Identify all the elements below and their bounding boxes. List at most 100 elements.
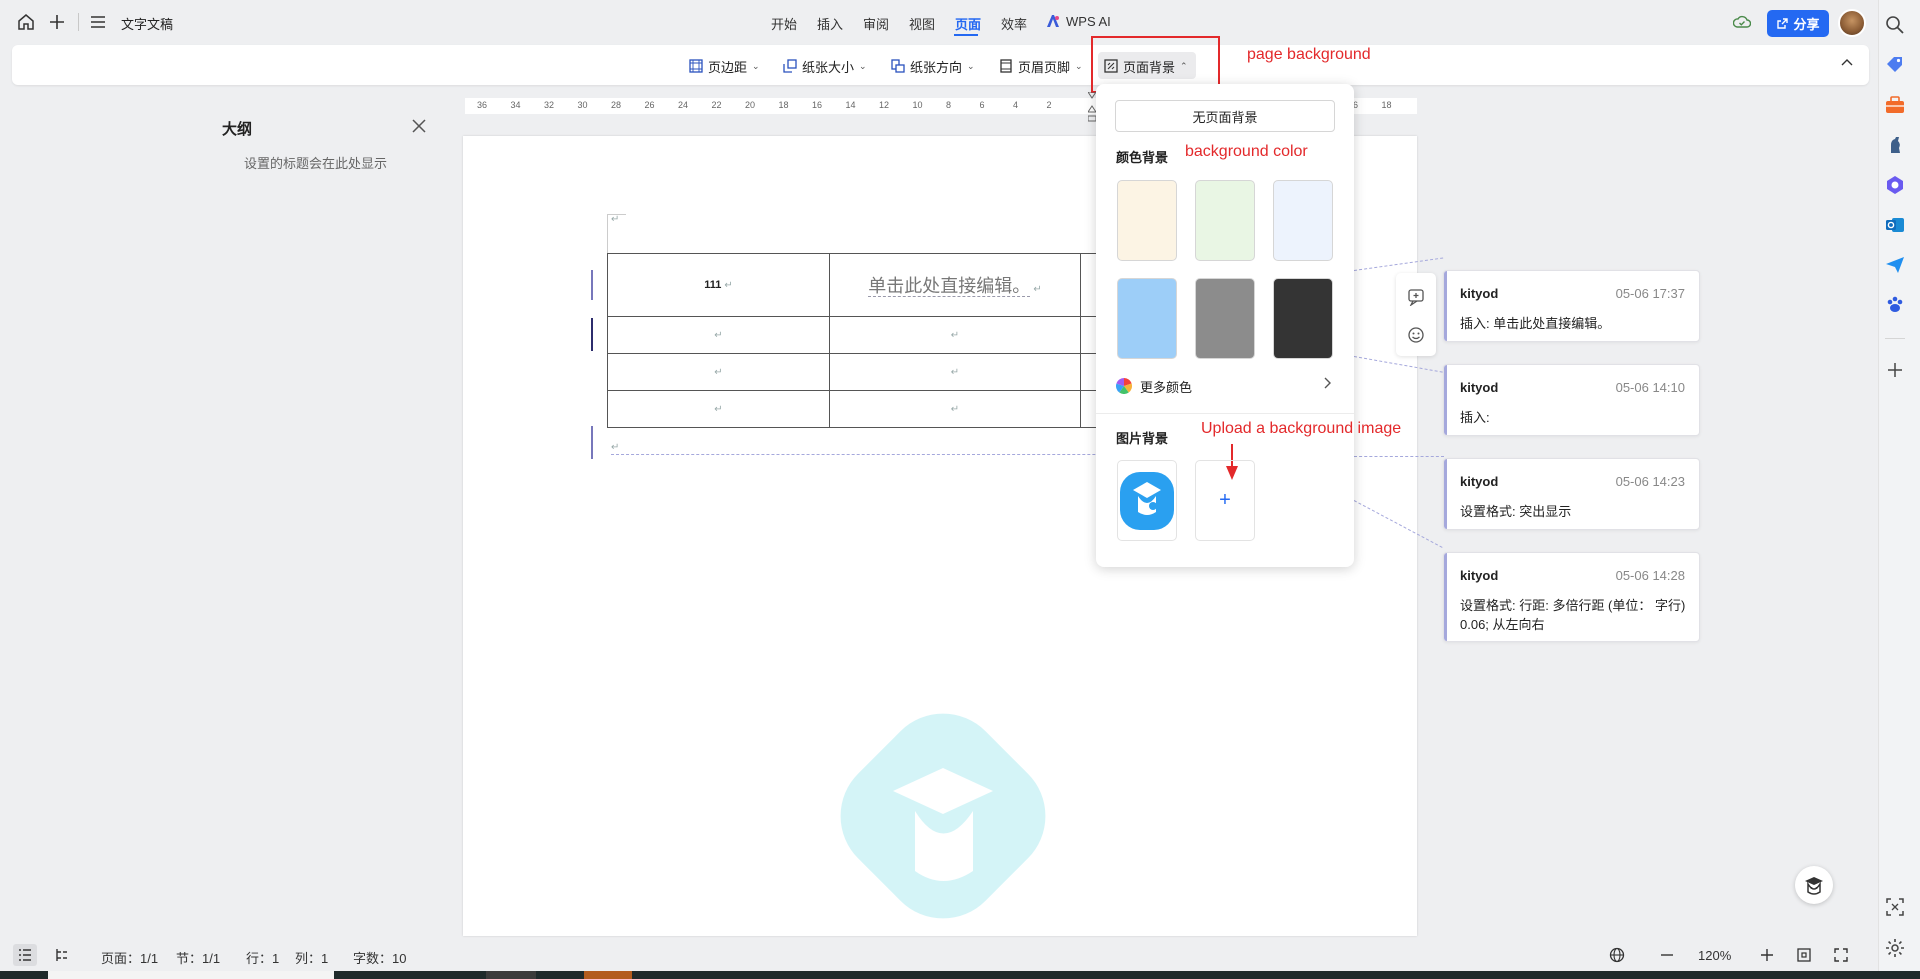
comment-card[interactable]: kityod 05-06 17:37 插入: 单击此处直接编辑。: [1443, 270, 1700, 342]
search-icon[interactable]: [1884, 14, 1906, 36]
no-background-button[interactable]: 无页面背景: [1115, 100, 1335, 132]
zoom-out-icon[interactable]: [1660, 947, 1674, 963]
cell-mark: ↵: [950, 367, 960, 378]
table-cell[interactable]: ↵: [607, 353, 830, 391]
home-icon[interactable]: [16, 12, 36, 32]
add-comment-icon[interactable]: [1407, 288, 1425, 306]
table-cell[interactable]: ↵: [829, 353, 1081, 391]
annotation-background-color: background color: [1185, 143, 1308, 160]
comment-body: 设置格式: 突出显示: [1460, 504, 1572, 519]
ruler-label: 4: [1013, 100, 1019, 110]
color-swatch-gray[interactable]: [1195, 278, 1255, 359]
chess-icon[interactable]: [1884, 134, 1906, 156]
cell-mark: ↵: [714, 330, 723, 341]
tab-view[interactable]: 视图: [909, 14, 935, 33]
fullscreen-icon[interactable]: [1833, 947, 1849, 963]
tag-icon[interactable]: [1884, 54, 1906, 76]
comment-accent-bar: [1444, 271, 1447, 341]
wps-ai-icon: [1046, 14, 1060, 28]
tab-start[interactable]: 开始: [771, 14, 797, 33]
margins-label: 页边距: [708, 59, 748, 75]
mascot-icon: [1805, 877, 1823, 895]
screenshot-icon[interactable]: [1884, 896, 1906, 918]
indent-marker-icon[interactable]: [1088, 92, 1096, 124]
comment-body: 插入:: [1460, 410, 1490, 425]
zoom-level[interactable]: 120%: [1698, 948, 1731, 963]
color-swatch-sky-blue[interactable]: [1117, 278, 1177, 359]
collapse-ribbon-icon[interactable]: [1840, 56, 1854, 70]
chevron-right-icon: [1322, 377, 1332, 389]
margins-button[interactable]: 页边距 ⌄: [689, 56, 760, 76]
comment-author: kityod: [1460, 380, 1499, 395]
ruler-label: 34: [510, 100, 521, 110]
margins-icon: [689, 59, 703, 73]
tab-review[interactable]: 审阅: [863, 14, 889, 33]
watermark-mascot-icon: [823, 696, 1063, 936]
upload-image-button[interactable]: +: [1195, 460, 1255, 541]
taskbar-window[interactable]: [486, 971, 536, 979]
tab-insert[interactable]: 插入: [817, 14, 843, 33]
color-swatch-dark[interactable]: [1273, 278, 1333, 359]
comment-time: 05-06 17:37: [1615, 286, 1685, 301]
table-cell[interactable]: ↵: [607, 390, 830, 428]
orientation-label: 纸张方向: [910, 59, 963, 75]
ruler-label: 22: [711, 100, 722, 110]
status-page: 页面：1/1: [101, 951, 159, 966]
table-cell[interactable]: ↵: [829, 390, 1081, 428]
header-footer-icon: [1000, 59, 1012, 73]
ruler-label: 26: [644, 100, 655, 110]
outlook-icon[interactable]: [1884, 214, 1906, 236]
more-colors-item[interactable]: 更多颜色: [1116, 376, 1338, 396]
margin-corner-mark: [607, 214, 608, 253]
send-icon[interactable]: [1884, 254, 1906, 276]
orientation-button[interactable]: 纸张方向 ⌄: [891, 56, 975, 76]
table-cell[interactable]: 111 ↵: [607, 253, 830, 317]
table-cell[interactable]: ↵: [607, 316, 830, 354]
share-icon: [1777, 18, 1789, 29]
avatar[interactable]: [1838, 9, 1866, 37]
tab-wps-ai[interactable]: WPS AI: [1066, 14, 1111, 29]
menu-icon[interactable]: [88, 12, 108, 32]
add-app-icon[interactable]: [1884, 359, 1906, 381]
comment-card[interactable]: kityod 05-06 14:10 插入:: [1443, 364, 1700, 436]
share-button[interactable]: 分享: [1767, 10, 1829, 37]
cell-placeholder: 单击此处直接编辑。: [868, 276, 1031, 297]
color-swatch-cream[interactable]: [1117, 180, 1177, 261]
cell-mark: ↵: [714, 404, 723, 415]
table-cell[interactable]: ↵: [829, 316, 1081, 354]
color-swatch-light-green[interactable]: [1195, 180, 1255, 261]
zoom-in-icon[interactable]: [1760, 947, 1774, 963]
status-bar: [0, 939, 1878, 971]
mascot-image-card[interactable]: [1117, 460, 1177, 541]
globe-icon[interactable]: [1609, 947, 1625, 963]
status-row: 行：1: [246, 951, 280, 966]
tab-efficiency[interactable]: 效率: [1001, 14, 1027, 33]
status-col: 列：1: [295, 951, 329, 966]
chevron-down-icon: ⌄: [967, 60, 975, 71]
emoji-icon[interactable]: [1407, 326, 1425, 344]
cloud-sync-icon[interactable]: [1733, 14, 1751, 30]
structure-view-icon[interactable]: [55, 948, 69, 962]
comment-card[interactable]: kityod 05-06 14:23 设置格式: 突出显示: [1443, 458, 1700, 530]
table-cell[interactable]: 单击此处直接编辑。 ↵: [829, 253, 1081, 317]
paw-icon[interactable]: [1884, 294, 1906, 316]
copilot-icon[interactable]: [1884, 174, 1906, 196]
assistant-mascot-button[interactable]: [1795, 866, 1833, 904]
header-footer-button[interactable]: 页眉页脚 ⌄: [999, 56, 1083, 76]
comment-card[interactable]: kityod 05-06 14:28 设置格式: 行距: 多倍行距 (单位： 字…: [1443, 552, 1700, 642]
tab-page[interactable]: 页面: [955, 14, 981, 33]
fit-page-icon[interactable]: [1796, 947, 1812, 963]
taskbar-window[interactable]: [584, 971, 632, 979]
paper-size-button[interactable]: 纸张大小 ⌄: [783, 56, 867, 76]
new-tab-icon[interactable]: [47, 12, 67, 32]
ruler-label: 18: [778, 100, 789, 110]
color-swatch-light-blue[interactable]: [1273, 180, 1333, 261]
comment-connector: [1354, 456, 1444, 457]
taskbar-window[interactable]: [48, 971, 334, 979]
comment-author: kityod: [1460, 286, 1499, 301]
paper-size-icon: [783, 59, 797, 73]
toolbox-icon[interactable]: [1884, 94, 1906, 116]
close-icon[interactable]: [410, 117, 428, 135]
paper-size-label: 纸张大小: [802, 59, 855, 75]
settings-gear-icon[interactable]: [1884, 937, 1906, 959]
